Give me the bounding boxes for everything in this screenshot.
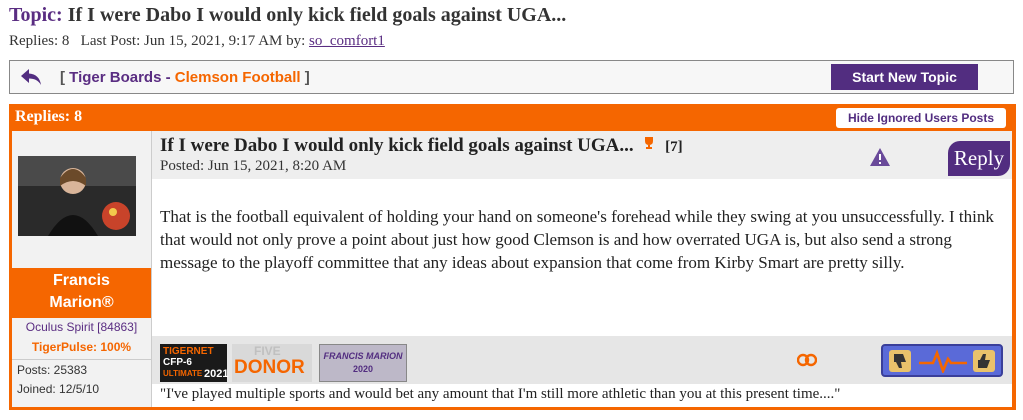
user-posts-count: Posts: 25383 [17, 363, 88, 377]
breadcrumb-tiger-boards[interactable]: Tiger Boards [69, 69, 161, 86]
donor-badge-top: FIVE [254, 344, 281, 358]
post-content-column: If I were Dabo I would only kick field g… [152, 131, 1012, 407]
tiger-pulse: TigerPulse: 100% [31, 340, 132, 354]
posted-date: Posted: Jun 15, 2021, 8:20 AM [160, 158, 347, 174]
user-info-column: Francis Marion® Oculus Spirit [84863] Ti… [12, 131, 152, 407]
trophy-icon [645, 137, 654, 149]
signature-bar: TIGERNET CFP-6 ULTIMATE 2021 FIVE DONOR … [152, 336, 1012, 384]
vote-box [881, 344, 1003, 377]
user-divider [12, 359, 151, 360]
user-avatar[interactable] [18, 156, 136, 236]
tigernet-badge-title: TIGERNET [163, 346, 214, 357]
tigernet-badge-cfp: CFP-6 [163, 357, 192, 368]
topic-title: Topic: If I were Dabo I would only kick … [9, 4, 566, 27]
post-body: Francis Marion® Oculus Spirit [84863] Ti… [12, 131, 1012, 407]
username-line1: Francis [53, 272, 110, 289]
breadcrumb-open: [ [60, 69, 65, 86]
report-warning-icon[interactable] [869, 147, 891, 167]
tigernet-cfp-badge[interactable]: TIGERNET CFP-6 ULTIMATE 2021 [160, 344, 229, 382]
post-frame: Replies: 8 Hide Ignored Users Posts Fran… [9, 104, 1016, 410]
post-header: If I were Dabo I would only kick field g… [152, 131, 1012, 179]
breadcrumb-close: ] [304, 69, 310, 86]
francis-marion-badge[interactable]: FRANCIS MARION 2020 [319, 344, 407, 382]
post-body-text: That is the football equivalent of holdi… [160, 207, 994, 272]
thumbs-up-icon[interactable] [973, 350, 995, 372]
back-arrow-icon[interactable] [20, 68, 42, 86]
username[interactable]: Francis Marion® [12, 268, 151, 318]
tiger-pulse-icon [919, 349, 967, 373]
topic-title-text: If I were Dabo I would only kick field g… [67, 4, 567, 26]
username-line2: Marion® [49, 294, 114, 311]
thumbs-down-icon[interactable] [889, 350, 911, 372]
user-joined-date: Joined: 12/5/10 [17, 382, 100, 396]
post-title: If I were Dabo I would only kick field g… [160, 135, 683, 157]
replies-count: Replies: 8 [9, 33, 70, 49]
replies-label: Replies: 8 [15, 108, 83, 125]
donor-badge-main: DONOR [234, 357, 305, 378]
breadcrumb: [ Tiger Boards - Clemson Football ] [60, 69, 310, 86]
five-donor-badge[interactable]: FIVE DONOR [232, 344, 312, 382]
replies-bar: Replies: 8 Hide Ignored Users Posts [9, 104, 1016, 131]
board-navbar: [ Tiger Boards - Clemson Football ] Star… [9, 60, 1014, 94]
last-post-info: Last Post: Jun 15, 2021, 9:17 AM by: [80, 33, 306, 49]
link-icon[interactable] [797, 353, 817, 367]
user-signature: "I've played multiple sports and would b… [160, 386, 841, 402]
topic-meta: Replies: 8 Last Post: Jun 15, 2021, 9:17… [9, 33, 385, 50]
breadcrumb-separator: - [165, 69, 171, 86]
trophy-count[interactable]: [7] [665, 139, 683, 155]
francis-badge-year: 2020 [352, 364, 374, 374]
last-post-user-link[interactable]: so_comfort1 [309, 33, 385, 49]
tigernet-badge-year: 2021 [204, 368, 229, 380]
user-title: Oculus Spirit [84863] [25, 320, 138, 334]
reply-button[interactable]: Reply [948, 141, 1010, 176]
post-title-text: If I were Dabo I would only kick field g… [160, 135, 634, 156]
hide-ignored-users-button[interactable]: Hide Ignored Users Posts [836, 108, 1006, 128]
francis-badge-name: FRANCIS MARION [323, 351, 403, 361]
start-new-topic-button[interactable]: Start New Topic [831, 64, 978, 90]
breadcrumb-clemson-football[interactable]: Clemson Football [175, 69, 301, 86]
tigernet-badge-ultimate: ULTIMATE [163, 369, 203, 378]
topic-prefix: Topic: [9, 4, 63, 26]
